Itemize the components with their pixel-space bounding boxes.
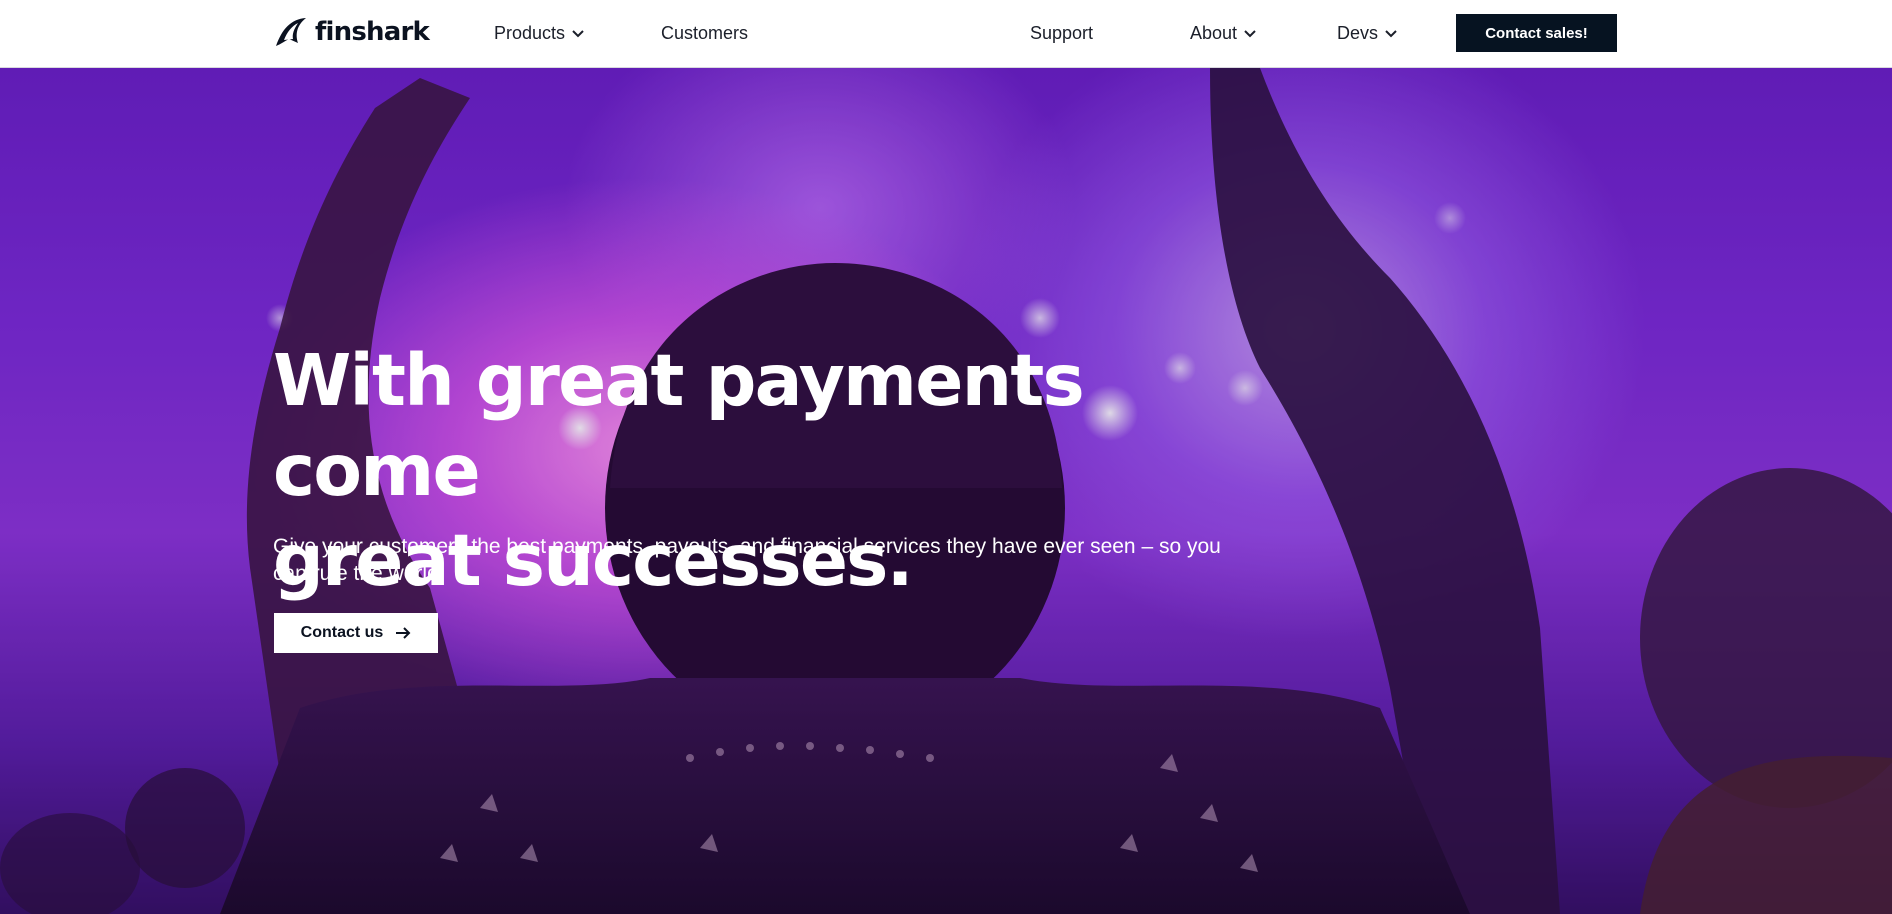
nav-devs-label: Devs bbox=[1337, 22, 1379, 43]
arrow-right-icon bbox=[396, 627, 411, 639]
shark-fin-icon bbox=[276, 18, 306, 46]
finshark-logo[interactable]: finshark bbox=[273, 12, 430, 52]
hero-subtitle: Give your customers the best payments, p… bbox=[273, 535, 1221, 585]
top-navbar: finshark Products Customers Support Abou… bbox=[0, 0, 1892, 68]
chevron-down-icon bbox=[1244, 30, 1256, 38]
nav-support-label: Support bbox=[1030, 22, 1094, 43]
hero-title-line-1: With great payments come bbox=[273, 339, 1085, 512]
nav-customers[interactable]: Customers bbox=[661, 19, 748, 47]
nav-about-label: About bbox=[1190, 22, 1238, 43]
nav-devs[interactable]: Devs bbox=[1337, 19, 1398, 47]
nav-about[interactable]: About bbox=[1190, 19, 1257, 47]
hero-section: With great payments come great successes… bbox=[0, 68, 1892, 914]
nav-products-label: Products bbox=[494, 22, 566, 43]
contact-us-button[interactable]: Contact us bbox=[274, 613, 438, 653]
contact-us-label: Contact us bbox=[300, 624, 384, 641]
brand-name: finshark bbox=[315, 17, 430, 47]
contact-sales-button[interactable]: Contact sales! bbox=[1456, 14, 1617, 52]
chevron-down-icon bbox=[1385, 30, 1397, 38]
chevron-down-icon bbox=[572, 30, 584, 38]
nav-support[interactable]: Support bbox=[1030, 19, 1093, 47]
nav-products[interactable]: Products bbox=[494, 19, 585, 47]
nav-customers-label: Customers bbox=[661, 22, 749, 43]
